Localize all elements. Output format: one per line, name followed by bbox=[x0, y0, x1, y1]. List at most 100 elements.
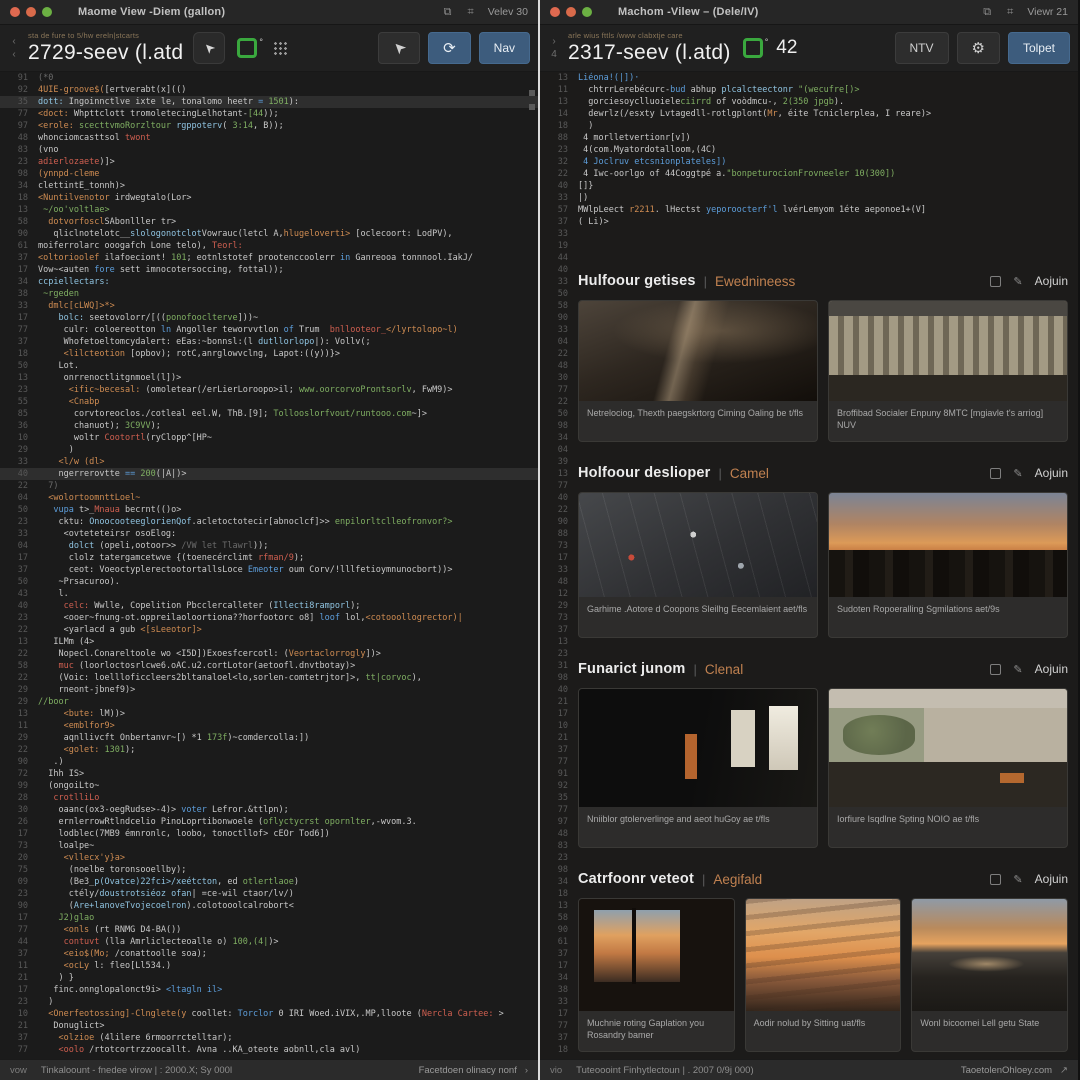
code-line[interactable]: 4 morlletvertionr[v]) bbox=[578, 132, 1068, 144]
window-restore-icon[interactable]: ⧉ bbox=[983, 6, 991, 19]
code-line[interactable]: 4 Iwc-oorlgo of 44Coggtpé a."bonpeturoci… bbox=[578, 168, 1068, 180]
settings-button[interactable]: ⚙ bbox=[957, 32, 1000, 64]
code-line[interactable]: 23adierlozaete)]> bbox=[0, 156, 538, 168]
external-link-icon[interactable]: ↗ bbox=[1060, 1065, 1068, 1076]
code-line[interactable] bbox=[578, 228, 1068, 240]
code-line[interactable]: 13 onrrenoctlitgnmoel(l])> bbox=[0, 372, 538, 384]
code-line[interactable]: 22 <yarlacd a gub <[sLeeotor]> bbox=[0, 624, 538, 636]
close-button[interactable] bbox=[10, 7, 20, 17]
code-line[interactable]: 77 <onls (rt RNMG D4-BA()) bbox=[0, 924, 538, 936]
minimize-button[interactable] bbox=[566, 7, 576, 17]
code-line[interactable]: MWlpLeect r2211. lHectst yeporoocterf'l … bbox=[578, 204, 1068, 216]
primary-action-button[interactable]: Tolpet bbox=[1008, 32, 1070, 64]
code-line[interactable]: 98(ynnpd-cleme bbox=[0, 168, 538, 180]
code-line[interactable]: 11 <ocLy l: fleo[Ll534.) bbox=[0, 960, 538, 972]
edit-icon[interactable]: ✎ bbox=[1013, 467, 1022, 480]
code-line[interactable]: 44 contuvt (lla Amrliclecteoalle o) 100,… bbox=[0, 936, 538, 948]
code-line[interactable]: 72 Ihh IS> bbox=[0, 768, 538, 780]
code-line[interactable]: 13 ~/oo'voltlae> bbox=[0, 204, 538, 216]
gallery-card[interactable]: Broffibad Socialer Enpuny 8MTC [mgiavle … bbox=[828, 300, 1068, 442]
code-line[interactable]: 28 crotlliLo bbox=[0, 792, 538, 804]
code-line[interactable]: 30 oaanc(ox3-oegRudse>-4)> voter Lefror.… bbox=[0, 804, 538, 816]
code-line[interactable]: 33 dmlc[cLWQ]>*> bbox=[0, 300, 538, 312]
gallery-card[interactable]: Aodir nolud by Sitting uat/fls bbox=[745, 898, 902, 1052]
select-icon[interactable] bbox=[990, 664, 1001, 675]
select-icon[interactable] bbox=[990, 874, 1001, 885]
code-line[interactable]: 48whonciomcasttsol twont bbox=[0, 132, 538, 144]
code-line[interactable]: 55 <Cnabp bbox=[0, 396, 538, 408]
adjust-button[interactable]: Aojuin bbox=[1035, 274, 1068, 288]
window-restore-icon[interactable]: ⧉ bbox=[444, 6, 452, 19]
code-line[interactable]: 17 J2)glao bbox=[0, 912, 538, 924]
code-line[interactable]: 75 (noelbe toronsooellby); bbox=[0, 864, 538, 876]
code-line[interactable]: 91(*0 bbox=[0, 72, 538, 84]
code-line[interactable]: 50 vupa t>_Mnaua becrnt(()o> bbox=[0, 504, 538, 516]
adjust-button[interactable]: Aojuin bbox=[1035, 466, 1068, 480]
code-line[interactable]: 21 ) } bbox=[0, 972, 538, 984]
status-link[interactable]: TaoetolenOhloey.com bbox=[961, 1065, 1052, 1076]
code-line[interactable]: 90 qliclnotelotc__slologonotclotVowrauc(… bbox=[0, 228, 538, 240]
code-line[interactable]: []} bbox=[578, 180, 1068, 192]
minimize-button[interactable] bbox=[26, 7, 36, 17]
code-line[interactable]: 23 ctély/doustrotsiéoz ofan| =ce-wil cta… bbox=[0, 888, 538, 900]
panel-icon[interactable]: ⌗ bbox=[468, 6, 474, 19]
code-line[interactable]: 34ccpiellectars: bbox=[0, 276, 538, 288]
code-line[interactable]: 4(com.Myatordotalloom,(4C) bbox=[578, 144, 1068, 156]
code-line[interactable]: 37 <olzioe (4lilere 6rmoorrctelltar); bbox=[0, 1032, 538, 1044]
code-line[interactable]: 20 <vllecx'y}a> bbox=[0, 852, 538, 864]
code-line[interactable]: 11 <emblfor9> bbox=[0, 720, 538, 732]
gallery-card[interactable]: Sudoten Ropoeralling Sgmilations aet/9s bbox=[828, 492, 1068, 638]
cursor-tool-button[interactable]: ➤ bbox=[193, 32, 225, 64]
code-line[interactable]: dewrlz(/esxty Lvtagedll-rotlgplont(Mr, é… bbox=[578, 108, 1068, 120]
select-icon[interactable] bbox=[990, 468, 1001, 479]
gallery-card[interactable]: Nniiblor gtolerverlinge and aeot huGoy a… bbox=[578, 688, 818, 848]
code-line[interactable]: 04 dolct (opeli,ootoor>> /VW let Tlawrl)… bbox=[0, 540, 538, 552]
edit-icon[interactable]: ✎ bbox=[1013, 873, 1022, 886]
code-line[interactable]: 17 finc.onnglopalonct9i> <ltagln il> bbox=[0, 984, 538, 996]
code-line[interactable]: 29 rneont-jbnef9)> bbox=[0, 684, 538, 696]
edit-icon[interactable]: ✎ bbox=[1013, 663, 1022, 676]
code-line[interactable]: 09 (Be3_p(Ovatce)22fci>/xeétcton, ed otl… bbox=[0, 876, 538, 888]
code-line[interactable]: chtrrLerebécurc-bud abhup plcalcteectonr… bbox=[578, 84, 1068, 96]
gallery-card[interactable]: Iorfiure Isqdlne Spting NOIO ae t/fls bbox=[828, 688, 1068, 848]
status-right-text[interactable]: Facetdoen olinacy nonf bbox=[419, 1065, 517, 1076]
code-line[interactable]: 83(vno bbox=[0, 144, 538, 156]
code-line[interactable]: 29//boor bbox=[0, 696, 538, 708]
code-line[interactable]: 90 .) bbox=[0, 756, 538, 768]
code-line[interactable]: ( Li)> bbox=[578, 216, 1068, 228]
code-line[interactable]: 21 Donuglict> bbox=[0, 1020, 538, 1032]
code-line[interactable]: 33 <ovteteteirsr osoElog: bbox=[0, 528, 538, 540]
code-line[interactable]: 23 <ooer~fnung-ot.oppreilaoloortiona??ho… bbox=[0, 612, 538, 624]
code-line[interactable]: 13 <bute: lM))> bbox=[0, 708, 538, 720]
code-line[interactable]: 58 muc (loorloctosrlcwe6.oAC.u2.cortLoto… bbox=[0, 660, 538, 672]
code-line[interactable]: 85 corvtoreoclos./cotleal eel.W, ThB.[9]… bbox=[0, 408, 538, 420]
collapse-icon[interactable]: ‹ bbox=[12, 36, 15, 47]
code-area[interactable]: 91(*0924UIE-groove$([ertverabt(x](()35do… bbox=[0, 72, 538, 1059]
code-line[interactable]: 77<doct: Whpttclott tromoletecingLelhota… bbox=[0, 108, 538, 120]
code-line[interactable]: 23 cktu: OnoocooteeglorienQof.acletoctot… bbox=[0, 516, 538, 528]
code-line[interactable]: 35dott: Ingoinnctlve ixte le, tonalomo h… bbox=[0, 96, 538, 108]
code-line[interactable]: 23 ) bbox=[0, 996, 538, 1008]
code-line[interactable]: 61moiferrolarc ooogafch Lone telo), Teor… bbox=[0, 240, 538, 252]
back-button[interactable]: ➤ bbox=[378, 32, 421, 64]
zoom-button[interactable] bbox=[42, 7, 52, 17]
code-line[interactable]: 29 ) bbox=[0, 444, 538, 456]
code-line[interactable]: 43 l. bbox=[0, 588, 538, 600]
code-line[interactable]: 10 woltr Cootortl(ryClopp^[HP~ bbox=[0, 432, 538, 444]
code-line[interactable]: 37 ceot: VoeoctyplerectootortallsLoce Em… bbox=[0, 564, 538, 576]
code-line[interactable]: 04 <wolortoomnttLoel~ bbox=[0, 492, 538, 504]
code-line[interactable]: 34clettintE_tonnh)> bbox=[0, 180, 538, 192]
code-line[interactable]: 37 <eio$(Mo; /conattoolle soa); bbox=[0, 948, 538, 960]
code-line[interactable]: 40 celc: Wwlle, Copelition Pbcclercallet… bbox=[0, 600, 538, 612]
code-line[interactable]: 73 loalpe~ bbox=[0, 840, 538, 852]
close-button[interactable] bbox=[550, 7, 560, 17]
code-line[interactable]: Liéona!(|])· bbox=[578, 72, 1068, 84]
code-line[interactable]: 77 <oolo /rtotcortrzzoocallt. Avna ..KA_… bbox=[0, 1044, 538, 1056]
adjust-button[interactable]: Aojuin bbox=[1035, 872, 1068, 886]
code-area[interactable]: Liéona!(|])· chtrrLerebécurc-bud abhup p… bbox=[578, 72, 1068, 240]
code-line[interactable]: 22 Nopecl.Conareltoole wo <I5D])Exoesfce… bbox=[0, 648, 538, 660]
code-line[interactable]: 17 lodblec(7MB9 émnronlc, loobo, tonoctl… bbox=[0, 828, 538, 840]
grid-menu-icon[interactable] bbox=[273, 41, 287, 55]
edit-icon[interactable]: ✎ bbox=[1013, 275, 1022, 288]
code-line[interactable]: 29 aqnllivcft Onbertanvr~[) *1 173f)~com… bbox=[0, 732, 538, 744]
